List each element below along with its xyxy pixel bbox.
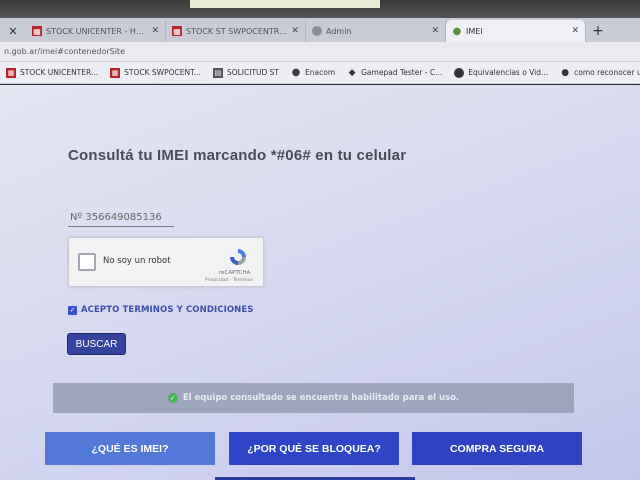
tab-strip: ✕ ▦ STOCK UNICENTER - Hoja d ✕ ▦ STOCK S… (0, 18, 640, 42)
globe-icon (312, 26, 322, 36)
recaptcha-widget: No soy un robot reCAPTCHA Privacidad - T… (68, 237, 264, 287)
tab-stock-swpocentral[interactable]: ▦ STOCK ST SWPOCENTRAL - ✕ (166, 20, 306, 42)
recaptcha-brand: reCAPTCHA (219, 270, 251, 276)
imei-input[interactable] (68, 209, 174, 227)
bezel-sticker (190, 0, 380, 8)
apple-icon: ● (561, 67, 570, 78)
search-button[interactable]: BUSCAR (68, 334, 125, 354)
tab-imei[interactable]: ● IMEI ✕ (446, 20, 586, 42)
recaptcha-checkbox[interactable] (78, 253, 96, 271)
bookmark-label: STOCK UNICENTER... (20, 68, 99, 77)
monitor-bezel (0, 0, 640, 18)
result-message-bar: ✓ El equipo consultado se encuentra habi… (53, 383, 574, 413)
tab-stock-unicenter[interactable]: ▦ STOCK UNICENTER - Hoja d ✕ (26, 20, 166, 42)
page-title: Consultá tu IMEI marcando *#06# en tu ce… (68, 147, 407, 164)
bookmark-label: Enacom (305, 68, 336, 77)
imei-page: Consultá tu IMEI marcando *#06# en tu ce… (0, 85, 640, 480)
safe-purchase-button[interactable]: COMPRA SEGURA (412, 432, 582, 465)
close-icon[interactable]: ✕ (0, 20, 26, 42)
bookmark-label: Gamepad Tester - C... (361, 68, 443, 77)
bookmark-stock-swpocent[interactable]: ▦ STOCK SWPOCENT... (110, 67, 201, 78)
sheets-icon: ▦ (6, 67, 16, 78)
tab-admin[interactable]: Admin ✕ (306, 20, 446, 42)
close-icon[interactable]: ✕ (291, 26, 299, 36)
sheets-icon: ▦ (32, 26, 42, 36)
close-icon[interactable]: ✕ (151, 26, 159, 36)
globe-icon (454, 67, 465, 78)
enacom-drop-icon: ● (452, 25, 462, 37)
bookmark-gamepad-tester[interactable]: ◆ Gamepad Tester - C... (347, 67, 443, 78)
bookmark-label: STOCK SWPOCENT... (124, 68, 201, 77)
checkmark-icon[interactable]: ✓ (68, 305, 77, 315)
bookmark-label: como reconocer un... (574, 68, 640, 77)
bookmarks-bar: ▦ STOCK UNICENTER... ▦ STOCK SWPOCENT...… (0, 62, 640, 84)
sheets-icon: ▦ (110, 67, 121, 78)
recaptcha-label: No soy un robot (103, 256, 171, 266)
address-bar[interactable]: n.gob.ar/imei#contenedorSite (0, 42, 640, 62)
recaptcha-icon (227, 246, 249, 268)
bookmark-label: Equivalencias o Vid... (468, 68, 549, 77)
terms-label: ACEPTO TERMINOS Y CONDICIONES (81, 305, 254, 315)
result-message: El equipo consultado se encuentra habili… (182, 393, 460, 403)
bookmark-enacom[interactable]: ● Enacom (291, 67, 336, 78)
enacom-drop-icon: ● (291, 67, 301, 78)
tab-label: STOCK UNICENTER - Hoja d (46, 26, 148, 36)
bookmark-como-reconocer[interactable]: ● como reconocer un... (560, 68, 640, 78)
check-circle-icon: ✓ (167, 393, 178, 403)
gamepad-icon: ◆ (348, 67, 356, 78)
sheets-icon: ▦ (172, 26, 182, 36)
doc-icon: ▤ (212, 67, 223, 78)
new-tab-icon[interactable]: + (586, 20, 610, 42)
bookmark-stock-unicenter[interactable]: ▦ STOCK UNICENTER... (6, 67, 99, 78)
address-url: n.gob.ar/imei#contenedorSite (4, 47, 125, 56)
close-icon[interactable]: ✕ (431, 26, 439, 36)
what-is-imei-button[interactable]: ¿QUÉ ES IMEI? (45, 432, 215, 465)
tab-label: STOCK ST SWPOCENTRAL - (186, 26, 288, 36)
bookmark-solicitud-st[interactable]: ▤ SOLICITUD ST (212, 67, 280, 78)
bookmark-equivalencias[interactable]: Equivalencias o Vid... (454, 67, 549, 78)
tab-label: Admin (326, 26, 352, 36)
tab-label: IMEI (466, 26, 483, 36)
close-icon[interactable]: ✕ (571, 26, 579, 36)
why-blocked-button[interactable]: ¿POR QUÉ SE BLOQUEA? (229, 432, 399, 465)
terms-checkbox-row[interactable]: ✓ ACEPTO TERMINOS Y CONDICIONES (68, 305, 254, 315)
bookmark-label: SOLICITUD ST (226, 68, 280, 77)
recaptcha-links[interactable]: Privacidad - Términos (205, 278, 253, 283)
